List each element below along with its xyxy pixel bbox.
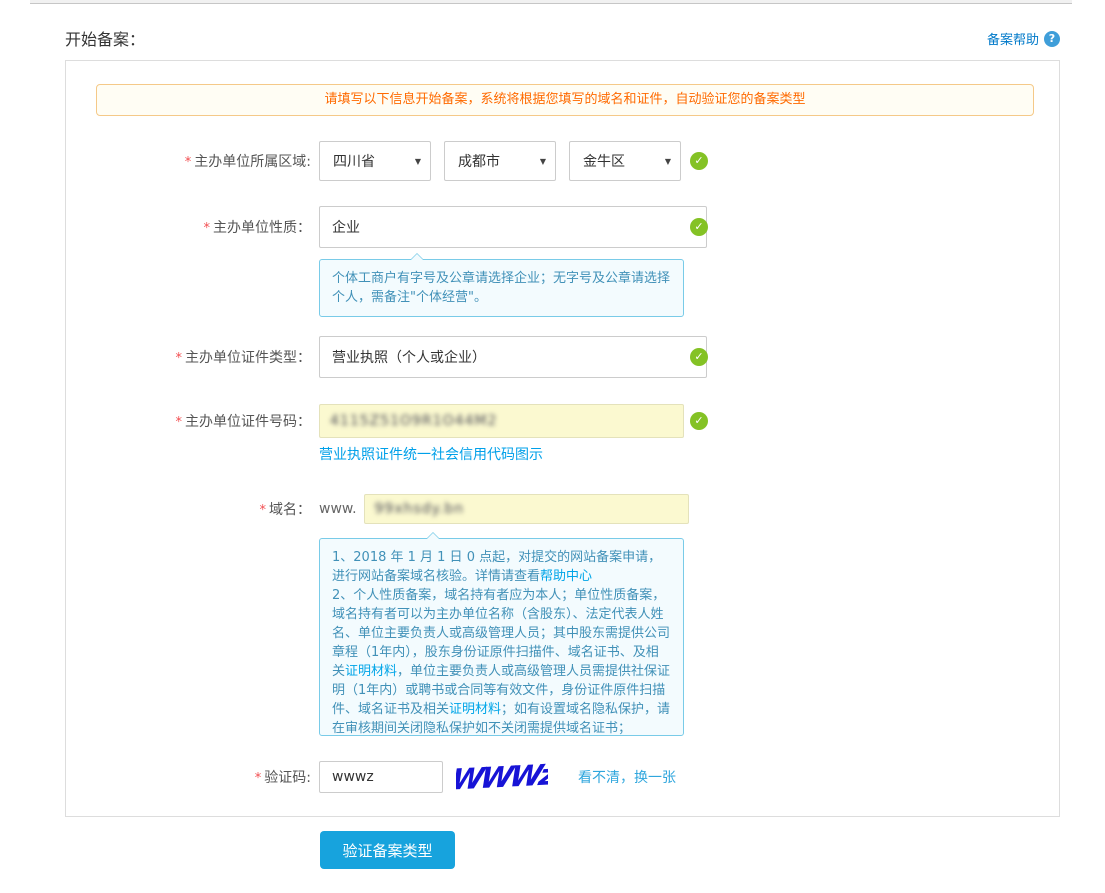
cert-number-label: *主办单位证件号码： xyxy=(66,411,311,431)
nature-tip-text: 个体工商户有字号及公章请选择企业；无字号及公章请选择个人，需备注"个体经营"。 xyxy=(332,271,670,305)
captcha-refresh-link[interactable]: 看不清，换一张 xyxy=(578,767,676,787)
proof-material-link-2[interactable]: 证明材料 xyxy=(449,702,501,717)
check-icon: ✓ xyxy=(690,152,708,170)
filing-form-panel: 请填写以下信息开始备案，系统将根据您填写的域名和证件，自动验证您的备案类型 *主… xyxy=(65,60,1060,817)
province-value: 四川省 xyxy=(333,151,375,171)
filing-help-link[interactable]: 备案帮助 ? xyxy=(987,29,1060,48)
captcha-image[interactable]: WWWz xyxy=(456,759,548,795)
region-label: *主办单位所属区域: xyxy=(66,151,311,171)
cert-type-row: *主办单位证件类型： ✓ xyxy=(66,336,707,378)
captcha-image-text: WWWz xyxy=(456,759,548,795)
domain-tip: 1、2018 年 1 月 1 日 0 点起，对提交的网站备案申请，进行网站备案域… xyxy=(319,538,684,736)
domain-input[interactable]: 99xhsdy.bn xyxy=(364,494,689,524)
cert-number-input[interactable]: 4115Z51O9R1O44M2 xyxy=(319,404,684,438)
domain-row: *域名： www. 99xhsdy.bn xyxy=(66,494,689,524)
check-icon: ✓ xyxy=(690,348,708,366)
nature-row: *主办单位性质： ✓ xyxy=(66,206,707,248)
district-value: 金牛区 xyxy=(583,151,625,171)
domain-tip-p1: 1、2018 年 1 月 1 日 0 点起，对提交的网站备案申请，进行网站备案域… xyxy=(332,550,661,584)
question-icon[interactable]: ? xyxy=(1044,31,1060,47)
domain-redacted-value: 99xhsdy.bn xyxy=(375,501,465,517)
proof-material-link-1[interactable]: 证明材料 xyxy=(345,664,397,679)
cert-code-sample-link[interactable]: 营业执照证件统一社会信用代码图示 xyxy=(319,444,543,464)
cert-type-label: *主办单位证件类型： xyxy=(66,347,311,367)
www-prefix: www. xyxy=(319,501,357,517)
captcha-row: *验证码: WWWz 看不清，换一张 xyxy=(66,759,676,795)
chevron-down-icon: ▼ xyxy=(540,157,546,166)
required-mark: * xyxy=(204,221,211,236)
city-value: 成都市 xyxy=(458,151,500,171)
help-center-link[interactable]: 帮助中心 xyxy=(540,569,592,584)
cert-number-row: *主办单位证件号码： 4115Z51O9R1O44M2 ✓ xyxy=(66,404,684,438)
check-icon: ✓ xyxy=(690,218,708,236)
chevron-down-icon: ▼ xyxy=(415,157,421,166)
required-mark: * xyxy=(176,351,183,366)
province-select[interactable]: 四川省 ▼ xyxy=(319,141,431,181)
required-mark: * xyxy=(176,415,183,430)
page-title: 开始备案： xyxy=(65,26,145,50)
cert-type-input[interactable] xyxy=(319,336,707,378)
nature-tip: 个体工商户有字号及公章请选择企业；无字号及公章请选择个人，需备注"个体经营"。 xyxy=(319,259,684,317)
nature-input[interactable] xyxy=(319,206,707,248)
captcha-input[interactable] xyxy=(319,761,443,793)
required-mark: * xyxy=(260,503,267,518)
cert-number-redacted-value: 4115Z51O9R1O44M2 xyxy=(330,413,497,429)
region-row: *主办单位所属区域: 四川省 ▼ 成都市 ▼ 金牛区 ▼ ✓ xyxy=(66,141,694,181)
top-divider xyxy=(30,0,1072,4)
city-select[interactable]: 成都市 ▼ xyxy=(444,141,556,181)
notice-banner: 请填写以下信息开始备案，系统将根据您填写的域名和证件，自动验证您的备案类型 xyxy=(96,84,1034,116)
required-mark: * xyxy=(185,155,192,170)
captcha-label: *验证码: xyxy=(66,767,311,787)
domain-label: *域名： xyxy=(66,499,311,519)
nature-label: *主办单位性质： xyxy=(66,217,311,237)
icp-filing-page: 开始备案： 备案帮助 ? 请填写以下信息开始备案，系统将根据您填写的域名和证件，… xyxy=(0,0,1105,893)
district-select[interactable]: 金牛区 ▼ xyxy=(569,141,681,181)
help-link-label: 备案帮助 xyxy=(987,29,1039,48)
verify-filing-type-button[interactable]: 验证备案类型 xyxy=(320,831,455,869)
chevron-down-icon: ▼ xyxy=(665,157,671,166)
required-mark: * xyxy=(255,771,262,786)
check-icon: ✓ xyxy=(690,412,708,430)
